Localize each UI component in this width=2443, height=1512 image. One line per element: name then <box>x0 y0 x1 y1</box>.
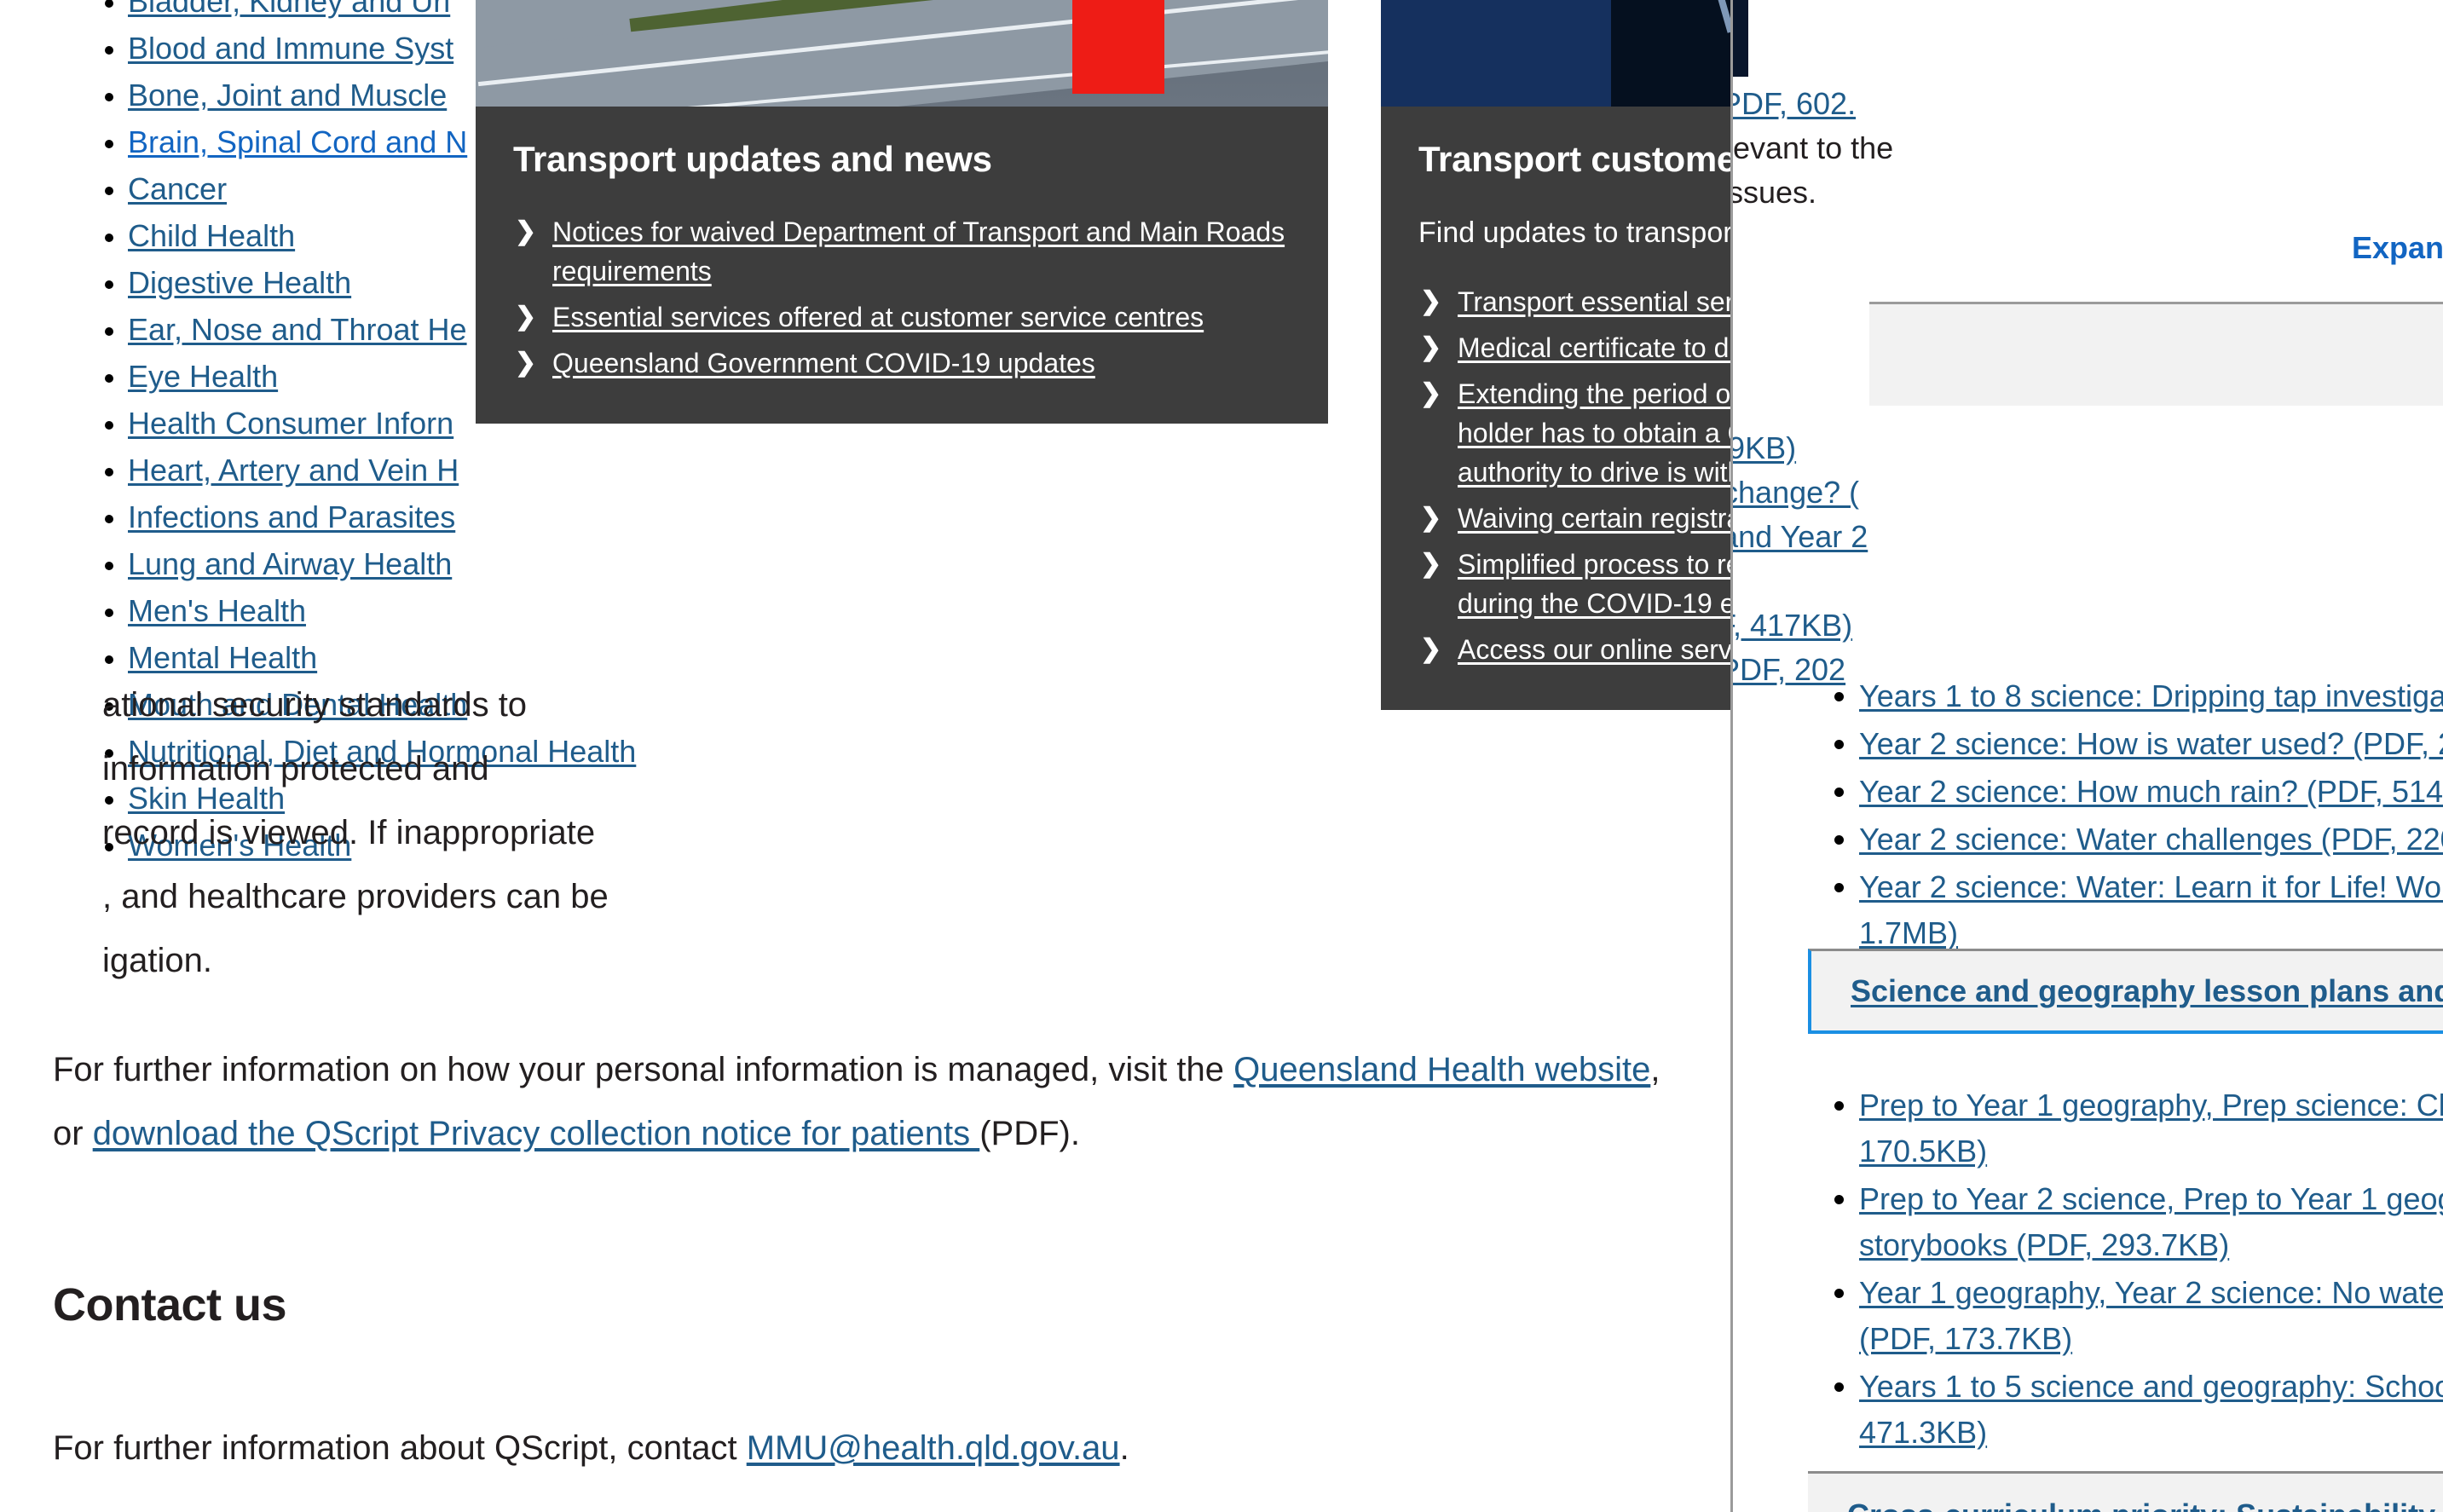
security-paragraph-line: , and healthcare providers can be <box>102 878 609 915</box>
card-link-item: ❯ Queensland Government COVID-19 updates <box>513 343 1291 383</box>
rail-clipped-link-item: ogies and Year 2 <box>1733 515 2443 559</box>
security-paragraph-line: information protected and <box>102 750 489 788</box>
health-topic-link[interactable]: Eye Health <box>128 359 278 394</box>
resource-link[interactable]: Year 2 science: Water challenges (PDF, 2… <box>1859 822 2443 857</box>
health-topic-item: Lung and Airway Health <box>128 540 818 587</box>
contact-paragraph: For further information about QScript, c… <box>53 1417 1672 1480</box>
health-topic-link[interactable]: Men's Health <box>128 593 306 628</box>
science-resource-list: Years 1 to 8 science: Dripping tap inves… <box>1810 673 2443 958</box>
card-transport-updates-body: Transport updates and news ❯ Notices for … <box>476 107 1328 424</box>
health-topic-link[interactable]: Mental Health <box>128 640 317 675</box>
rail-clipped-link-list: DF, 469KB) water change? ( ogies and Year … <box>1733 426 2443 692</box>
chevron-right-icon: ❯ <box>515 303 537 331</box>
rail-clipped-link-item: water change? ( <box>1733 470 2443 515</box>
contact-email-link[interactable]: MMU@health.qld.gov.au <box>747 1429 1120 1467</box>
resource-link[interactable]: Year 2 science: How much rain? (PDF, 514… <box>1859 774 2443 809</box>
chevron-right-icon: ❯ <box>515 217 537 245</box>
accordion-science-geography[interactable]: Science and geography lesson plans and a… <box>1808 949 2443 1034</box>
toolkit-pdf-link[interactable]: lkit (PDF, 602. <box>1733 86 1856 121</box>
health-topic-item: Heart, Artery and Vein H <box>128 447 818 493</box>
card-transport-updates: Transport updates and news ❯ Notices for … <box>476 0 1328 424</box>
resource-link[interactable]: Prep to Year 1 geography, Prep science: … <box>1859 1088 2443 1169</box>
list-item: Years 1 to 8 science: Dripping tap inves… <box>1859 673 2443 719</box>
accordion-sustainability-label: Cross-curriculum priority: Sustainabilit… <box>1847 1498 2443 1512</box>
accordion-sustainability[interactable]: Cross-curriculum priority: Sustainabilit… <box>1808 1471 2443 1512</box>
chevron-right-icon: ❯ <box>1420 635 1442 663</box>
health-topic-link[interactable]: Child Health <box>128 218 295 253</box>
chevron-right-icon: ❯ <box>515 349 537 377</box>
resource-link[interactable]: Year 2 science: Water: Learn it for Life… <box>1859 869 2443 950</box>
rail-clipped-link-item: ? (PDF, 417KB) <box>1733 603 2443 648</box>
list-item: Year 2 science: How much rain? (PDF, 514… <box>1859 769 2443 815</box>
resource-link[interactable]: Years 1 to 8 science: Dripping tap inves… <box>1859 678 2443 713</box>
main-content-column: Bladder, Kidney and Uri Blood and Immune … <box>0 0 2242 1512</box>
card-link[interactable]: Notices for waived Department of Transpo… <box>552 216 1285 286</box>
health-topic-link[interactable]: Brain, Spinal Cord and N <box>128 124 467 159</box>
health-topic-link[interactable]: Bladder, Kidney and Uri <box>128 0 450 19</box>
list-item: Prep to Year 1 geography, Prep science: … <box>1859 1082 2443 1174</box>
privacy-tail: (PDF). <box>979 1115 1080 1152</box>
resource-link[interactable]: Year 1 geography, Year 2 science: No wat… <box>1859 1275 2443 1356</box>
card-link-item: ❯ Notices for waived Department of Transp… <box>513 212 1291 291</box>
queensland-health-website-link[interactable]: Queensland Health website <box>1233 1051 1650 1088</box>
health-topic-link[interactable]: Digestive Health <box>128 265 351 300</box>
list-item: Prep to Year 2 science, Prep to Year 1 g… <box>1859 1176 2443 1268</box>
health-topic-link[interactable]: Ear, Nose and Throat He <box>128 312 467 347</box>
card-link[interactable]: Essential services offered at customer s… <box>552 302 1204 332</box>
right-sidebar: lkit (PDF, 602. relevant to the er issue… <box>1730 0 2443 1512</box>
security-paragraph: ational security standards to informatio… <box>102 673 1713 993</box>
list-item: Year 2 science: Water challenges (PDF, 2… <box>1859 817 2443 863</box>
security-paragraph-line: igation. <box>102 942 212 979</box>
resource-link[interactable]: Years 1 to 5 science and geography: Scho… <box>1859 1369 2443 1450</box>
contact-tail: . <box>1119 1429 1129 1467</box>
health-topic-link[interactable]: Lung and Airway Health <box>128 546 452 581</box>
card-link[interactable]: Medical certificate to drive <box>1458 332 1773 363</box>
list-item: Year 2 science: How is water used? (PDF,… <box>1859 721 2443 767</box>
rail-grey-panel <box>1869 302 2443 406</box>
geography-resource-list: Prep to Year 1 geography, Prep science: … <box>1810 1082 2443 1457</box>
page-root: Bladder, Kidney and Uri Blood and Immune … <box>0 0 2443 1512</box>
list-item: Year 2 science: Water: Learn it for Life… <box>1859 864 2443 956</box>
chevron-right-icon: ❯ <box>1420 287 1442 315</box>
rail-clipped-link[interactable]: water change? ( <box>1733 475 1859 510</box>
chevron-right-icon: ❯ <box>1420 333 1442 361</box>
resource-link[interactable]: Prep to Year 2 science, Prep to Year 1 g… <box>1859 1181 2443 1262</box>
card-transport-updates-link-list: ❯ Notices for waived Department of Transp… <box>513 212 1291 383</box>
health-topic-item: Men's Health <box>128 587 818 634</box>
rail-clipped-link[interactable]: ? (PDF, 417KB) <box>1733 608 1852 643</box>
card-link-item: ❯ Essential services offered at customer … <box>513 297 1291 337</box>
chevron-right-icon: ❯ <box>1420 550 1442 578</box>
rail-issues-line: er issues. <box>1730 175 1817 210</box>
health-topic-item: Infections and Parasites <box>128 493 818 540</box>
security-paragraph-line: record is viewed. If inappropriate <box>102 814 596 851</box>
list-item: Year 1 geography, Year 2 science: No wat… <box>1859 1270 2443 1362</box>
expand-button[interactable]: Expand <box>2352 230 2443 266</box>
highway-photo <box>476 0 1328 107</box>
rail-toolkit-line: lkit (PDF, 602. <box>1733 82 1856 126</box>
health-topic-link[interactable]: Blood and Immune Syst <box>128 31 453 66</box>
rail-clipped-link[interactable]: DF, 469KB) <box>1733 430 1796 465</box>
privacy-paragraph: For further information on how your pers… <box>53 1038 1672 1166</box>
health-topic-link[interactable]: Bone, Joint and Muscle <box>128 78 447 113</box>
health-topic-link[interactable]: Heart, Artery and Vein H <box>128 453 459 488</box>
chevron-right-icon: ❯ <box>1420 504 1442 532</box>
card-edge-strip <box>1733 0 1748 77</box>
contact-us-heading: Contact us <box>53 1279 287 1330</box>
health-topic-link[interactable]: Health Consumer Inforn <box>128 406 453 441</box>
contact-lead: For further information about QScript, c… <box>53 1429 747 1467</box>
health-topic-link[interactable]: Infections and Parasites <box>128 499 455 534</box>
rail-clipped-link-item: DF, 469KB) <box>1733 426 2443 470</box>
privacy-lead: For further information on how your pers… <box>53 1051 1234 1088</box>
card-link[interactable]: Queensland Government COVID-19 updates <box>552 348 1095 378</box>
qscript-privacy-notice-link[interactable]: download the QScript Privacy collection … <box>93 1115 980 1152</box>
rail-relevant-line: relevant to the <box>1733 130 1894 165</box>
accordion-science-geography-label: Science and geography lesson plans and a… <box>1851 972 2443 1008</box>
list-item: Years 1 to 5 science and geography: Scho… <box>1859 1364 2443 1456</box>
rail-clipped-link-item: 5KB) <box>1733 559 2443 603</box>
chevron-right-icon: ❯ <box>1420 379 1442 407</box>
card-transport-updates-title: Transport updates and news <box>513 139 992 179</box>
resource-link[interactable]: Year 2 science: How is water used? (PDF,… <box>1859 726 2443 761</box>
health-topic-link[interactable]: Cancer <box>128 171 227 206</box>
rail-clipped-link[interactable]: ogies and Year 2 <box>1733 519 1868 554</box>
